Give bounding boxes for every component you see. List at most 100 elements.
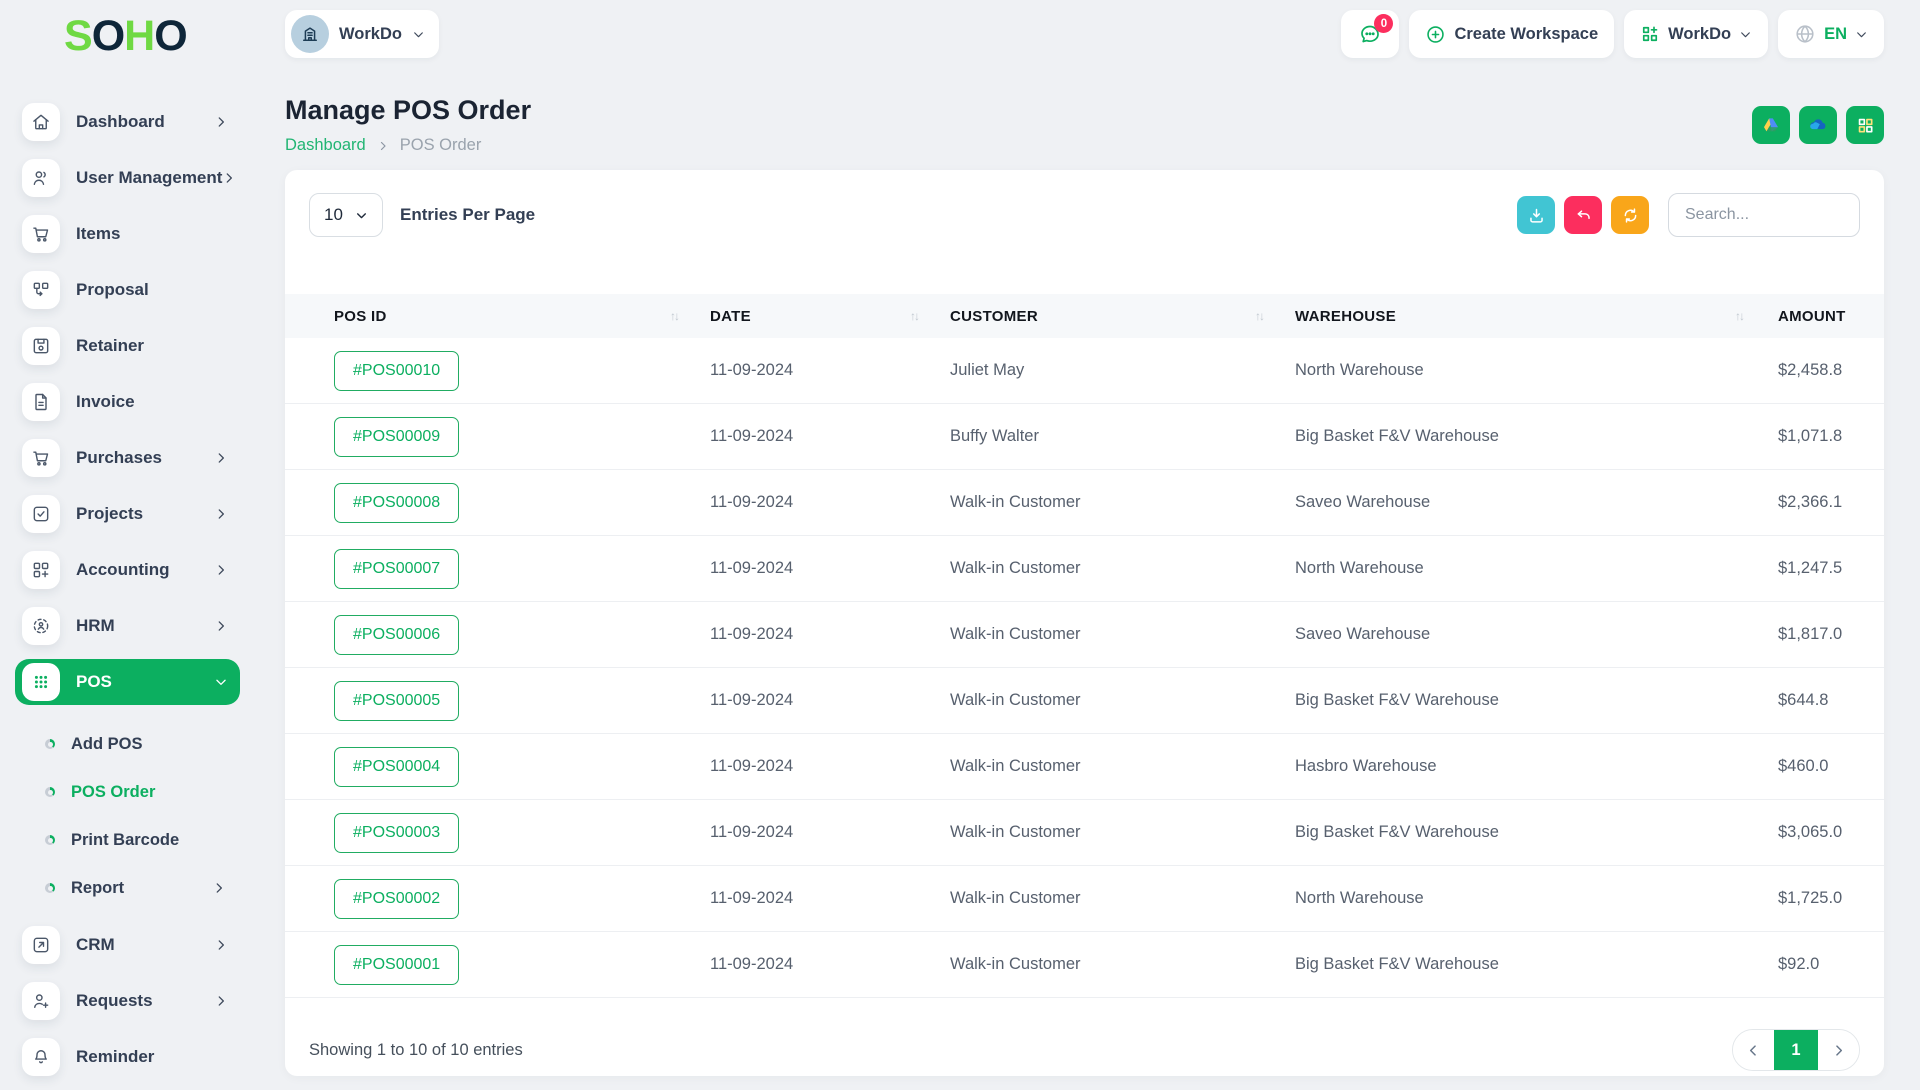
bell-icon bbox=[22, 1038, 60, 1076]
person-scan-icon bbox=[22, 607, 60, 645]
amount-cell: $460.0 bbox=[1778, 757, 1829, 775]
apps-menu-button[interactable]: WorkDo bbox=[1624, 10, 1769, 58]
pos-order-table: POS ID ↑↓ DATE ↑↓ CUSTOMER ↑↓ WAREHOUSE ↑↓ A… bbox=[285, 294, 1884, 998]
grid-plus-icon bbox=[1640, 24, 1660, 44]
date-cell: 11-09-2024 bbox=[710, 955, 794, 973]
pos-id-link[interactable]: #POS00001 bbox=[334, 944, 460, 985]
user-plus-icon bbox=[22, 982, 60, 1020]
warehouse-cell: Saveo Warehouse bbox=[1295, 493, 1431, 511]
pos-order-card: 10 Entries Per Page POS ID↑↓ DATE↑↓ CUST… bbox=[285, 170, 1884, 1076]
sidebar-item-retainer[interactable]: Retainer bbox=[15, 323, 240, 369]
sidebar-item-accounting[interactable]: Accounting bbox=[15, 547, 240, 593]
customer-cell: Juliet May bbox=[950, 361, 1025, 379]
refresh-button[interactable] bbox=[1611, 196, 1649, 234]
next-page-button[interactable] bbox=[1818, 1030, 1859, 1070]
reset-button[interactable] bbox=[1564, 196, 1602, 234]
submenu-item-pos-order[interactable]: POS Order bbox=[15, 768, 240, 816]
grid-view-button[interactable] bbox=[1846, 106, 1884, 144]
export-button[interactable] bbox=[1517, 196, 1555, 234]
chevron-right-icon bbox=[222, 171, 236, 185]
column-header-pos-id[interactable]: POS ID ↑↓ bbox=[285, 308, 700, 325]
pos-id-link[interactable]: #POS00005 bbox=[334, 680, 460, 721]
sidebar-item-reminder[interactable]: Reminder bbox=[15, 1034, 240, 1080]
pos-id-link[interactable]: #POS00007 bbox=[334, 548, 460, 589]
chevron-right-icon bbox=[214, 994, 228, 1008]
workspace-switcher[interactable]: WorkDo bbox=[285, 10, 439, 58]
workspace-name: WorkDo bbox=[339, 24, 402, 43]
sort-icon: ↑↓ bbox=[1255, 309, 1265, 323]
entries-per-page-select[interactable]: 10 bbox=[309, 193, 383, 237]
warehouse-cell: North Warehouse bbox=[1295, 559, 1424, 577]
table-row: #POS00002 11-09-2024 Walk-in Customer No… bbox=[285, 866, 1884, 932]
quick-actions bbox=[1752, 106, 1884, 144]
sidebar-item-proposal[interactable]: Proposal bbox=[15, 267, 240, 313]
pos-id-link[interactable]: #POS00009 bbox=[334, 416, 460, 457]
search-input[interactable] bbox=[1668, 193, 1860, 237]
amount-cell: $644.8 bbox=[1778, 691, 1829, 709]
sidebar-item-dashboard[interactable]: Dashboard bbox=[15, 99, 240, 145]
cart-icon bbox=[22, 439, 60, 477]
save-icon bbox=[22, 327, 60, 365]
page-title: Manage POS Order bbox=[285, 95, 532, 125]
date-cell: 11-09-2024 bbox=[710, 757, 794, 775]
table-row: #POS00003 11-09-2024 Walk-in Customer Bi… bbox=[285, 800, 1884, 866]
breadcrumb-separator-icon bbox=[377, 140, 389, 152]
column-header-date[interactable]: DATE ↑↓ bbox=[700, 308, 940, 325]
column-header-customer[interactable]: CUSTOMER ↑↓ bbox=[940, 308, 1285, 325]
table-row: #POS00005 11-09-2024 Walk-in Customer Bi… bbox=[285, 668, 1884, 734]
prev-page-button[interactable] bbox=[1733, 1030, 1774, 1070]
column-header-amount[interactable]: AMOUNT bbox=[1765, 308, 1886, 325]
sidebar-item-invoice[interactable]: Invoice bbox=[15, 379, 240, 425]
date-cell: 11-09-2024 bbox=[710, 889, 794, 907]
pos-id-link[interactable]: #POS00004 bbox=[334, 746, 460, 787]
download-icon bbox=[1527, 206, 1546, 225]
breadcrumb-dashboard-link[interactable]: Dashboard bbox=[285, 136, 366, 155]
table-row: #POS00008 11-09-2024 Walk-in Customer Sa… bbox=[285, 470, 1884, 536]
sidebar-item-projects[interactable]: Projects bbox=[15, 491, 240, 537]
submenu-item-report[interactable]: Report bbox=[15, 864, 240, 912]
chevron-down-icon bbox=[1739, 28, 1752, 41]
create-workspace-button[interactable]: Create Workspace bbox=[1409, 10, 1615, 58]
onedrive-button[interactable] bbox=[1799, 106, 1837, 144]
create-workspace-label: Create Workspace bbox=[1454, 24, 1599, 43]
grid-plus-icon bbox=[22, 551, 60, 589]
sidebar-item-requests[interactable]: Requests bbox=[15, 978, 240, 1024]
date-cell: 11-09-2024 bbox=[710, 427, 794, 445]
sidebar-item-crm[interactable]: CRM bbox=[15, 922, 240, 968]
grid-icon bbox=[1856, 116, 1875, 135]
submenu-item-print-barcode[interactable]: Print Barcode bbox=[15, 816, 240, 864]
pos-id-link[interactable]: #POS00003 bbox=[334, 812, 460, 853]
sidebar-item-user-management[interactable]: User Management bbox=[15, 155, 240, 201]
submenu-item-add-pos[interactable]: Add POS bbox=[15, 720, 240, 768]
chevron-down-icon bbox=[1855, 28, 1868, 41]
amount-cell: $1,725.0 bbox=[1778, 889, 1843, 907]
date-cell: 11-09-2024 bbox=[710, 361, 794, 379]
chevron-right-icon bbox=[214, 938, 228, 952]
sidebar-item-items[interactable]: Items bbox=[15, 211, 240, 257]
sort-icon: ↑↓ bbox=[1735, 309, 1745, 323]
onedrive-cloud-icon bbox=[1807, 114, 1829, 136]
messenger-button[interactable]: 0 bbox=[1341, 10, 1400, 58]
pos-id-link[interactable]: #POS00008 bbox=[334, 482, 460, 523]
amount-cell: $92.0 bbox=[1778, 955, 1820, 973]
bullet-icon bbox=[45, 787, 55, 797]
undo-arrow-icon bbox=[1574, 206, 1593, 225]
sidebar-item-hrm[interactable]: HRM bbox=[15, 603, 240, 649]
sidebar-item-pos[interactable]: POS bbox=[15, 659, 240, 705]
warehouse-cell: Big Basket F&V Warehouse bbox=[1295, 427, 1499, 445]
chevron-right-icon bbox=[214, 451, 228, 465]
language-selector[interactable]: EN bbox=[1778, 10, 1884, 58]
soho-logo[interactable]: SOHO bbox=[64, 12, 188, 60]
column-header-warehouse[interactable]: WAREHOUSE ↑↓ bbox=[1285, 308, 1765, 325]
sidebar-item-purchases[interactable]: Purchases bbox=[15, 435, 240, 481]
customer-cell: Walk-in Customer bbox=[950, 625, 1081, 643]
pos-id-link[interactable]: #POS00002 bbox=[334, 878, 460, 919]
google-drive-button[interactable] bbox=[1752, 106, 1790, 144]
pos-id-link[interactable]: #POS00006 bbox=[334, 614, 460, 655]
amount-cell: $3,065.0 bbox=[1778, 823, 1843, 841]
current-page-button[interactable]: 1 bbox=[1774, 1030, 1818, 1070]
table-header-row: POS ID ↑↓ DATE ↑↓ CUSTOMER ↑↓ WAREHOUSE ↑↓ A… bbox=[285, 294, 1884, 338]
pos-id-link[interactable]: #POS00010 bbox=[334, 350, 460, 391]
cart-icon bbox=[22, 215, 60, 253]
customer-cell: Walk-in Customer bbox=[950, 493, 1081, 511]
